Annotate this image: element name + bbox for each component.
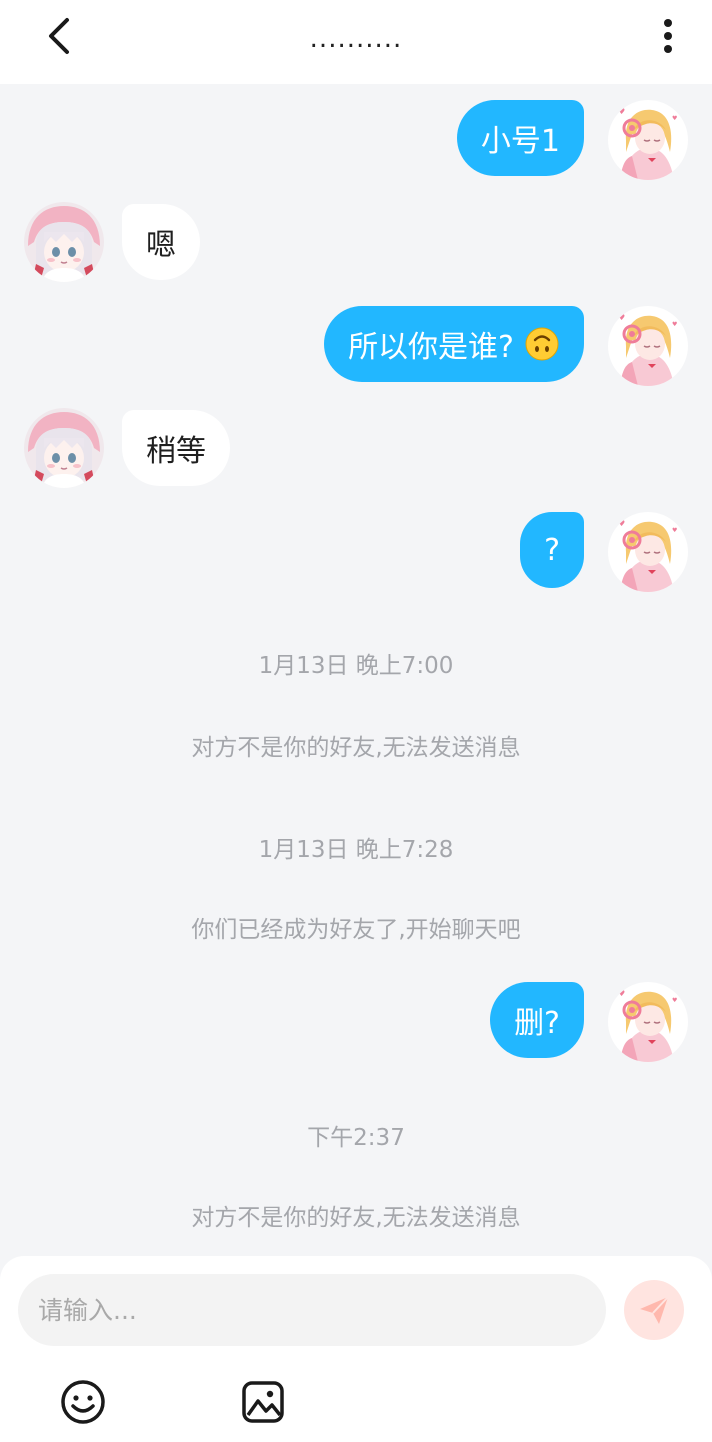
message-bubble-outgoing[interactable]: 小号1 [456,100,584,176]
timestamp: 1月13日 晚上7:28 [258,837,454,863]
upside-down-face-emoji [525,327,559,361]
message-text: 嗯 [146,228,176,263]
input-bar [0,1256,712,1442]
emoji-button[interactable] [57,1376,109,1428]
contact-avatar[interactable] [24,408,104,488]
image-button[interactable] [237,1376,289,1428]
my-avatar[interactable] [608,100,688,180]
chat-area[interactable]: 小号1 嗯 所以你是谁? 稍等 ? 1月13日 晚上7:00 对方不是你的好友, [0,84,712,1256]
system-notice: 对方不是你的好友,无法发送消息 [191,1205,521,1231]
top-bar: .......... [0,0,712,84]
message-bubble-outgoing[interactable]: ? [520,512,584,588]
more-options-button[interactable] [650,14,686,58]
send-button[interactable] [624,1280,684,1340]
message-input[interactable] [18,1274,606,1346]
smiley-icon [61,1380,105,1424]
message-bubble-outgoing[interactable]: 所以你是谁? [324,306,584,382]
more-vertical-icon [664,19,672,53]
message-bubble-incoming[interactable]: 嗯 [122,204,200,280]
message-bubble-outgoing[interactable]: 删? [490,982,584,1058]
my-avatar[interactable] [608,512,688,592]
message-text: 删? [514,1006,560,1041]
message-text: 所以你是谁? [348,330,514,365]
message-text: ? [544,532,560,568]
system-notice: 对方不是你的好友,无法发送消息 [191,735,521,761]
my-avatar[interactable] [608,306,688,386]
message-text: 稍等 [146,434,206,469]
timestamp: 1月13日 晚上7:00 [258,653,454,679]
image-icon [242,1381,284,1423]
system-notice: 你们已经成为好友了,开始聊天吧 [191,917,521,943]
timestamp: 下午2:37 [307,1125,405,1151]
message-bubble-incoming[interactable]: 稍等 [122,410,230,486]
contact-avatar[interactable] [24,202,104,282]
my-avatar[interactable] [608,982,688,1062]
chat-title: .......... [309,24,403,54]
message-text: 小号1 [480,124,560,159]
paper-plane-icon [640,1296,669,1324]
